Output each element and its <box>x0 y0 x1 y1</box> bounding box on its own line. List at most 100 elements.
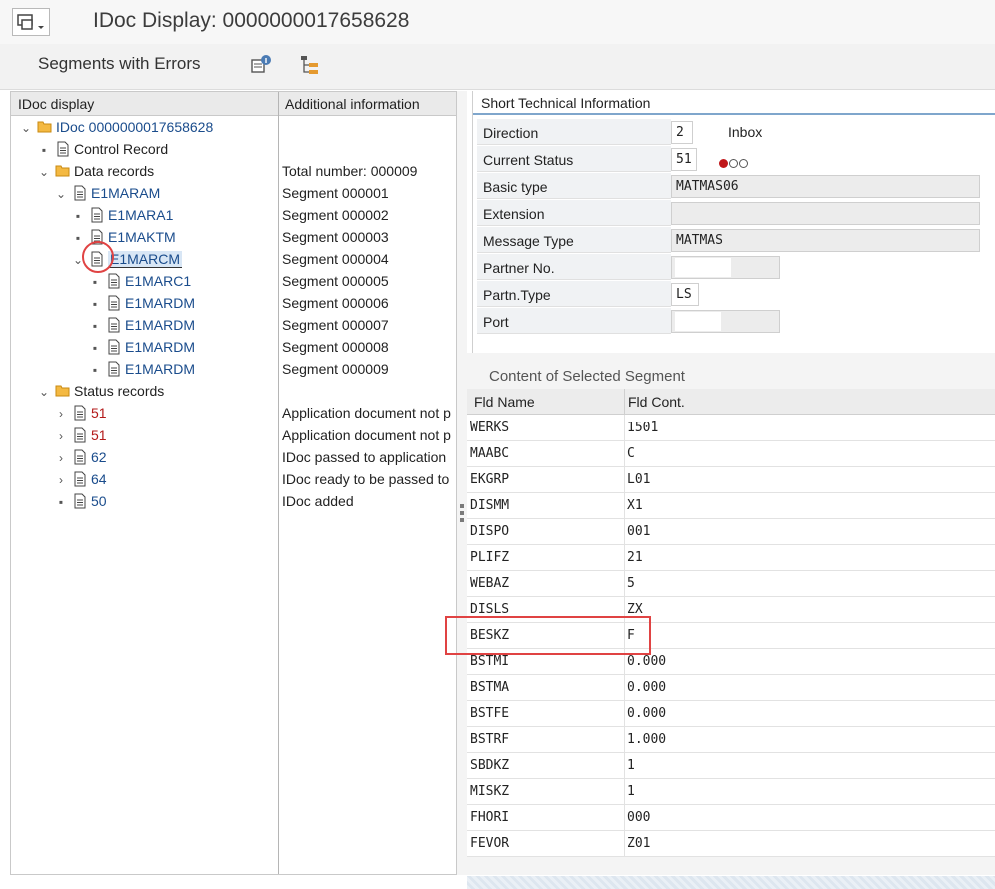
chevron-right-icon[interactable]: › <box>54 425 68 447</box>
short-technical-info-panel: Short Technical Information Direction 2 … <box>472 91 995 353</box>
tree-node-data-records[interactable]: ⌄ Data records <box>37 160 154 182</box>
info-total: Total number: 000009 <box>282 163 418 179</box>
table-row[interactable]: EKGRP L01 <box>467 467 995 493</box>
direction-field[interactable]: 2 <box>671 121 693 144</box>
tree-node-root[interactable]: ⌄ IDoc 0000000017658628 <box>19 116 213 138</box>
document-icon <box>57 141 69 157</box>
tree-node-e1mardm[interactable]: ▪ E1MARDM <box>88 314 195 336</box>
chevron-down-icon[interactable]: ⌄ <box>37 381 51 403</box>
tree-node-status-51[interactable]: › 51 <box>54 424 107 446</box>
field-table-header: Fld Name Fld Cont. <box>467 389 995 415</box>
tree-node-status-records[interactable]: ⌄ Status records <box>37 380 164 402</box>
document-icon <box>108 273 120 289</box>
tree-node-status-50[interactable]: ▪ 50 <box>54 490 107 512</box>
application-toolbar: Segments with Errors <box>0 44 995 90</box>
table-row[interactable]: WEBAZ 5 <box>467 571 995 597</box>
chevron-down-icon[interactable]: ⌄ <box>19 117 33 139</box>
info-segment: Segment 000004 <box>282 251 389 267</box>
document-icon <box>108 295 120 311</box>
table-row[interactable]: FEVOR Z01 <box>467 831 995 857</box>
chevron-right-icon[interactable]: › <box>54 403 68 425</box>
info-segment: Segment 000008 <box>282 339 389 355</box>
message-type-field[interactable]: MATMAS <box>671 229 980 252</box>
info-segment: Segment 000003 <box>282 229 389 245</box>
window-title: IDoc Display: 0000000017658628 <box>93 9 410 32</box>
tree-node-control-record[interactable]: ▪ Control Record <box>37 138 168 160</box>
chevron-right-icon[interactable]: › <box>54 447 68 469</box>
extension-field[interactable] <box>671 202 980 225</box>
table-row[interactable]: DISPO 001 <box>467 519 995 545</box>
tree-node-e1maram[interactable]: ⌄ E1MARAM <box>54 182 160 204</box>
redaction <box>675 312 721 331</box>
table-row[interactable]: BSTFE 0.000 <box>467 701 995 727</box>
highlight-rectangle <box>445 616 651 655</box>
tree-node-status-51[interactable]: › 51 <box>54 402 107 424</box>
table-row[interactable]: DISMM X1 <box>467 493 995 519</box>
table-row[interactable]: SBDKZ 1 <box>467 753 995 779</box>
partn-type-field[interactable]: LS <box>671 283 699 306</box>
column-separator[interactable] <box>278 92 279 874</box>
info-status: IDoc passed to application <box>282 449 447 465</box>
info-segment: Segment 000002 <box>282 207 389 223</box>
header-additional-info: Additional information <box>285 96 420 112</box>
partner-no-row: Partner No. <box>477 254 992 281</box>
table-row[interactable]: PLIFZ 21 <box>467 545 995 571</box>
info-status: IDoc added <box>282 493 354 509</box>
document-icon <box>74 449 86 465</box>
document-icon <box>108 339 120 355</box>
info-segment: Segment 000007 <box>282 317 389 333</box>
folder-open-icon <box>55 385 70 397</box>
info-segment: Segment 000006 <box>282 295 389 311</box>
current-status-row: Current Status 51 <box>477 146 992 173</box>
table-row[interactable]: MAABC C <box>467 441 995 467</box>
table-row[interactable]: BSTMA 0.000 <box>467 675 995 701</box>
info-segment: Segment 000009 <box>282 361 389 377</box>
direction-row: Direction 2 Inbox <box>477 119 992 146</box>
segments-with-errors-button[interactable]: Segments with Errors <box>38 54 201 74</box>
extension-row: Extension <box>477 200 992 227</box>
document-icon <box>108 361 120 377</box>
redaction <box>675 258 731 277</box>
table-row[interactable]: BSTRF 1.000 <box>467 727 995 753</box>
system-menu-button[interactable] <box>12 8 50 36</box>
chevron-down-icon[interactable]: ⌄ <box>54 183 68 205</box>
col-fld-name[interactable]: Fld Name <box>474 394 535 410</box>
info-status: IDoc ready to be passed to <box>282 471 450 487</box>
folder-open-icon <box>55 165 70 177</box>
pane-splitter[interactable] <box>457 91 467 875</box>
title-bar: IDoc Display: 0000000017658628 <box>0 0 995 44</box>
col-fld-cont[interactable]: Fld Cont. <box>628 394 685 410</box>
tree-node-e1marc1[interactable]: ▪ E1MARC1 <box>88 270 191 292</box>
folder-open-icon <box>37 121 52 133</box>
partn-type-row: Partn.Type LS <box>477 281 992 308</box>
hierarchy-icon[interactable] <box>299 54 321 76</box>
chevron-down-icon[interactable]: ⌄ <box>37 161 51 183</box>
table-row[interactable]: MISKZ 1 <box>467 779 995 805</box>
basic-type-field[interactable]: MATMAS06 <box>671 175 980 198</box>
basic-type-row: Basic type MATMAS06 <box>477 173 992 200</box>
tree-node-e1mardm[interactable]: ▪ E1MARDM <box>88 358 195 380</box>
direction-text: Inbox <box>728 124 763 140</box>
info-status: Application document not p <box>282 405 451 421</box>
tree-node-status-64[interactable]: › 64 <box>54 468 107 490</box>
table-row[interactable]: FHORI 000 <box>467 805 995 831</box>
message-type-row: Message Type MATMAS <box>477 227 992 254</box>
tree-node-e1mara1[interactable]: ▪ E1MARA1 <box>71 204 174 226</box>
tree-node-e1mardm[interactable]: ▪ E1MARDM <box>88 292 195 314</box>
technical-info-icon[interactable] <box>250 54 272 76</box>
table-row[interactable]: WERKS 1501 <box>467 415 995 441</box>
tree-header: IDoc display Additional information <box>11 92 456 116</box>
sti-title: Short Technical Information <box>473 91 995 115</box>
system-menu-icon <box>17 14 44 30</box>
info-segment: Segment 000005 <box>282 273 389 289</box>
traffic-light-icon <box>719 155 749 171</box>
info-status: Application document not p <box>282 427 451 443</box>
tree-node-status-62[interactable]: › 62 <box>54 446 107 468</box>
tree-node-e1mardm[interactable]: ▪ E1MARDM <box>88 336 195 358</box>
highlight-circle <box>82 241 114 273</box>
current-status-field[interactable]: 51 <box>671 148 697 171</box>
chevron-right-icon[interactable]: › <box>54 469 68 491</box>
horizontal-scrollbar[interactable] <box>467 876 995 889</box>
document-icon <box>108 317 120 333</box>
port-row: Port <box>477 308 992 335</box>
